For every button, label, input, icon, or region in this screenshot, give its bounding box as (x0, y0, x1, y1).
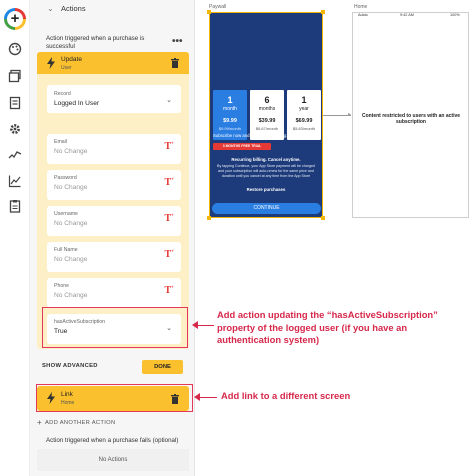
chart-icon[interactable] (8, 174, 22, 188)
password-field[interactable]: Password No Change T+ (47, 170, 181, 200)
annotation-arrow (199, 396, 217, 398)
username-field[interactable]: Username No Change T+ (47, 206, 181, 236)
username-label: Username (54, 211, 78, 217)
restricted-content-text: Content restricted to users with an acti… (361, 113, 461, 125)
email-value: No Change (54, 148, 88, 155)
screens-icon[interactable] (8, 69, 22, 83)
plus-icon[interactable]: + (37, 418, 42, 427)
plan-unit: month (223, 106, 237, 112)
phone-label: Phone (54, 283, 70, 289)
plan-unit: months (258, 106, 276, 112)
record-select[interactable]: Record Logged In User ⌄ (47, 85, 181, 113)
full-name-value: No Change (54, 256, 88, 263)
restore-purchases-link[interactable]: Restore purchases (212, 187, 320, 192)
phone-field[interactable]: Phone No Change T+ (47, 278, 181, 308)
password-value: No Change (54, 184, 88, 191)
phone-value: No Change (54, 292, 88, 299)
password-label: Password (54, 175, 77, 181)
update-annotation: Add action updating the “hasActiveSubscr… (217, 309, 438, 345)
resize-handle[interactable] (321, 216, 325, 220)
plan-monthly-price: $9.99/month (218, 126, 242, 131)
plan-duration: 1 (227, 95, 233, 105)
email-field[interactable]: Email No Change T+ (47, 134, 181, 164)
plan-duration: 6 (264, 95, 270, 105)
update-action-title: Update (61, 56, 82, 63)
chevron-down-icon[interactable]: ⌄ (47, 4, 54, 13)
trial-badge: 3 MONTHS FREE TRIAL (213, 143, 271, 150)
plan-unit: year (299, 106, 309, 112)
highlight-frame (42, 307, 188, 348)
done-button[interactable]: DONE (142, 360, 183, 374)
full-name-field[interactable]: Full Name No Change T+ (47, 242, 181, 272)
subscribe-text: Subscribe now and enjoy the following: (213, 133, 288, 138)
annotation-arrow (197, 324, 214, 326)
success-trigger-text: Action triggered when a purchase is succ… (46, 35, 145, 50)
plan-price: $69.99 (295, 118, 313, 124)
update-action-header[interactable]: Update User (37, 52, 189, 74)
resize-handle[interactable] (207, 216, 211, 220)
update-action-card: Update User Record Logged In User ⌄ Emai… (37, 52, 189, 349)
data-icon[interactable] (8, 96, 22, 110)
more-options-icon[interactable]: ••• (172, 36, 183, 47)
link-annotation: Add link to a different screen (221, 390, 351, 401)
clipboard-icon[interactable] (8, 199, 22, 213)
magic-text-icon[interactable]: T+ (164, 285, 174, 296)
full-name-label: Full Name (54, 247, 78, 253)
editor-window: + ⌄ Actions Action triggered when a purc… (0, 0, 474, 476)
actions-title: Actions (61, 4, 86, 13)
no-actions-placeholder: No Actions (37, 449, 189, 471)
analytics-icon[interactable] (8, 148, 22, 162)
update-action-subtitle: User (61, 65, 72, 71)
screen-link-connector (323, 115, 351, 116)
arrow-right-icon: ▸ (348, 112, 352, 118)
magic-text-icon[interactable]: T+ (164, 141, 174, 152)
email-label: Email (54, 139, 67, 145)
status-carrier: Adalo (358, 13, 368, 17)
palette-icon[interactable] (8, 42, 22, 56)
lightning-icon (47, 57, 55, 69)
magic-text-icon[interactable]: T+ (164, 177, 174, 188)
add-icon[interactable]: + (4, 8, 26, 30)
settings-icon[interactable] (8, 122, 22, 136)
magic-text-icon[interactable]: T+ (164, 249, 174, 260)
plan-monthly-price: $6.67/month (255, 126, 279, 131)
plan-price: $39.99 (258, 118, 276, 124)
actions-header[interactable]: ⌄ Actions (30, 0, 195, 18)
continue-button[interactable]: CONTINUE (212, 203, 321, 214)
record-label: Record (54, 91, 71, 97)
plan-duration: 1 (301, 95, 307, 105)
resize-handle[interactable] (321, 10, 325, 14)
chevron-down-icon: ⌄ (166, 97, 172, 104)
status-time: 9:42 AM (400, 13, 414, 17)
paywall-screen-label[interactable]: Paywall (209, 4, 226, 10)
resize-handle[interactable] (207, 10, 211, 14)
magic-text-icon[interactable]: T+ (164, 213, 174, 224)
left-toolbar: + (0, 0, 30, 476)
status-battery: 100% (450, 13, 460, 17)
show-advanced-button[interactable]: SHOW ADVANCED (42, 363, 98, 369)
plan-price: $9.99 (223, 118, 237, 124)
home-screen-label[interactable]: Home (354, 4, 367, 10)
trash-icon[interactable] (171, 58, 179, 68)
add-another-action-button[interactable]: ADD ANOTHER ACTION (45, 420, 115, 426)
fail-trigger-text: Action triggered when a purchase fails (… (46, 437, 179, 444)
plan-monthly-price: $5.83/month (292, 126, 316, 131)
record-value: Logged In User (54, 100, 100, 107)
highlight-frame (36, 384, 193, 412)
username-value: No Change (54, 220, 88, 227)
recurring-body: By tapping Continue, your App Store paym… (217, 164, 315, 178)
recurring-title: Recurring billing. Cancel anytime. (231, 157, 301, 162)
